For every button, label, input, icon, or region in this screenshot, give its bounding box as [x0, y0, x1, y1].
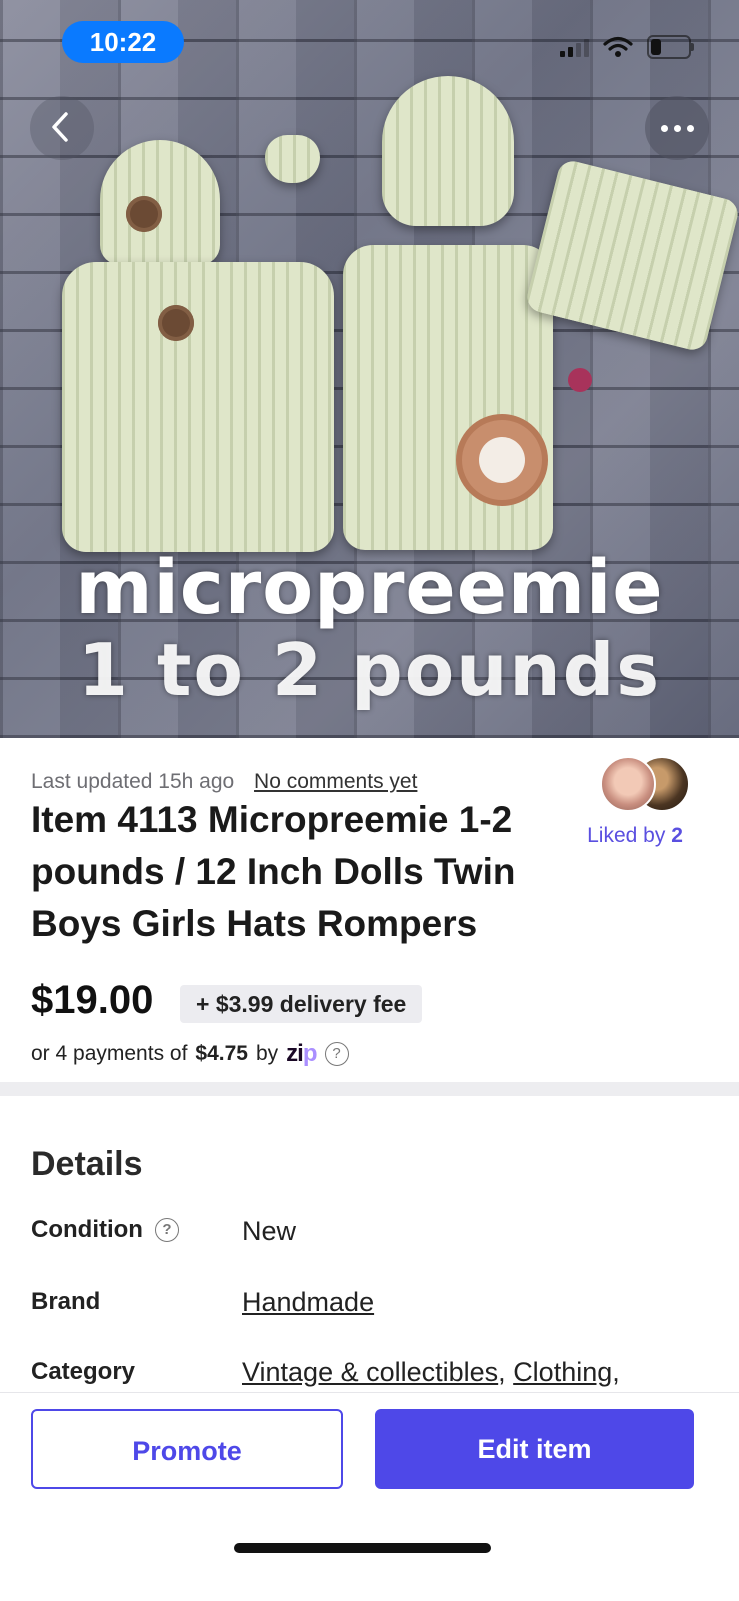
brand-label: Brand: [31, 1288, 101, 1315]
photo-overlay-line2: 1 to 2 pounds: [77, 628, 662, 712]
fabric-heart: [265, 135, 320, 183]
delivery-fee-badge: + $3.99 delivery fee: [180, 985, 423, 1023]
status-icons: [560, 34, 694, 60]
battery-icon: [647, 35, 694, 59]
details-heading: Details: [31, 1145, 143, 1183]
price: $19.00: [31, 978, 154, 1022]
promote-button[interactable]: Promote: [31, 1409, 343, 1489]
category-link-clothing[interactable]: Clothing: [513, 1357, 612, 1387]
more-options-button[interactable]: [645, 96, 709, 160]
brand-tag: [462, 420, 542, 500]
condition-label-text: Condition: [31, 1216, 143, 1243]
condition-value: New: [242, 1216, 297, 1246]
ruffle-bonnet: [382, 76, 514, 226]
right-romper: [343, 245, 553, 550]
category-link-vintage[interactable]: Vintage & collectibles: [242, 1357, 498, 1387]
help-icon[interactable]: ?: [154, 1218, 179, 1242]
photo-overlay-line1: micropreemie: [75, 545, 664, 631]
condition-label: Condition ?: [31, 1216, 179, 1244]
listing-photo[interactable]: micropreemie 1 to 2 pounds: [0, 0, 739, 738]
more-dot: [673, 124, 681, 132]
more-dot: [686, 124, 694, 132]
cellular-signal-icon: [560, 37, 589, 57]
category-separator: ,: [498, 1357, 514, 1387]
wifi-icon: [603, 36, 633, 57]
payments-prefix: or 4 payments of: [31, 1042, 188, 1065]
zip-logo: zip: [286, 1040, 318, 1068]
brand-link[interactable]: Handmade: [242, 1287, 374, 1317]
zip-logo-part: zi: [286, 1040, 304, 1067]
installment-info[interactable]: or 4 payments of $4.75 by zip ?: [31, 1040, 349, 1068]
liked-by-text[interactable]: Liked by 2: [580, 824, 690, 848]
back-button[interactable]: [30, 96, 94, 160]
home-indicator[interactable]: [234, 1543, 491, 1553]
status-time: 10:22: [62, 21, 184, 63]
more-dots-icon: [660, 124, 668, 132]
liker-avatars[interactable]: [600, 756, 690, 812]
left-romper: [62, 262, 334, 552]
liked-by-label: Liked by: [587, 824, 666, 847]
comments-link[interactable]: No comments yet: [254, 770, 417, 793]
wooden-button: [158, 305, 194, 341]
wooden-button: [126, 196, 162, 232]
chevron-left-icon: [52, 112, 68, 142]
listing-meta: Last updated 15h ago No comments yet: [31, 770, 417, 794]
brand-value[interactable]: Handmade: [242, 1287, 374, 1318]
avatar: [600, 756, 656, 812]
liked-by-count: 2: [671, 824, 683, 847]
category-trail: ,: [612, 1357, 620, 1387]
listing-title: Item 4113 Micropreemie 1-2 pounds / 12 I…: [31, 799, 516, 944]
likes-widget[interactable]: Liked by 2: [580, 756, 690, 848]
edit-item-button[interactable]: Edit item: [375, 1409, 694, 1489]
category-value: Vintage & collectibles, Clothing,: [242, 1357, 620, 1388]
zip-logo-part: p: [302, 1040, 318, 1067]
flower-headband: [568, 368, 592, 392]
sleepy-hat: [100, 140, 220, 265]
category-label: Category: [31, 1358, 136, 1385]
last-updated: Last updated 15h ago: [31, 770, 235, 793]
payments-amount: $4.75: [195, 1042, 248, 1065]
help-icon[interactable]: ?: [324, 1042, 349, 1066]
payments-by: by: [255, 1042, 279, 1065]
section-divider: [0, 1082, 739, 1096]
